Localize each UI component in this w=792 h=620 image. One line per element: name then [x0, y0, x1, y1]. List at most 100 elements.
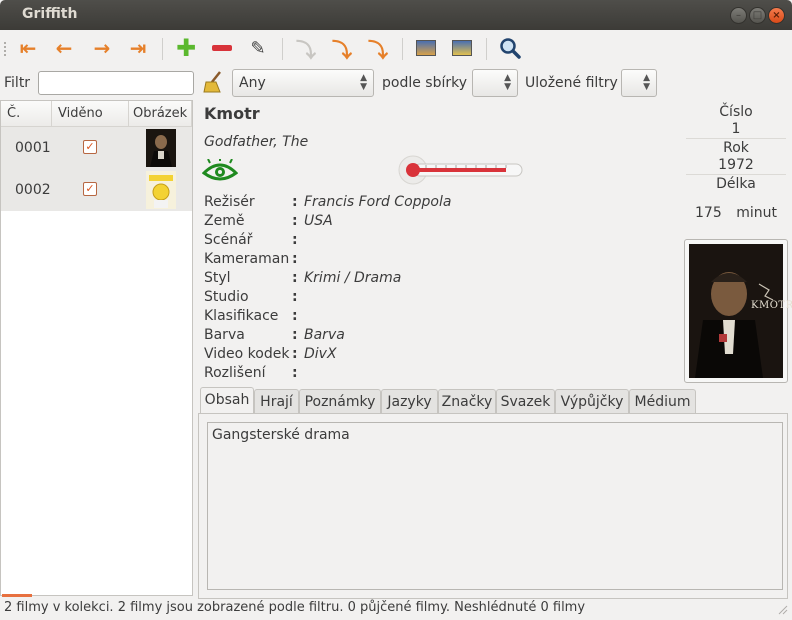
saved-filters-select[interactable]: ▲ ▼ — [621, 69, 657, 97]
tab-notes[interactable]: Poznámky — [299, 389, 381, 413]
field-label: Video kodek — [204, 346, 290, 362]
divider — [686, 138, 786, 139]
tab-medium[interactable]: Médium — [629, 389, 696, 413]
movie-thumbnail — [146, 129, 176, 167]
field-label: Rozlišení — [204, 365, 266, 381]
add-poster-icon[interactable] — [412, 34, 440, 62]
field-colon: : — [292, 270, 298, 286]
close-button[interactable]: × — [768, 7, 785, 24]
length-label: Délka — [716, 176, 756, 192]
field-label: Scénář — [204, 232, 253, 248]
length-row: 175 minut — [684, 205, 788, 221]
column-header-seen[interactable]: Viděno — [52, 101, 129, 127]
edit-movie-icon[interactable]: ✎ — [244, 34, 272, 62]
search-icon[interactable] — [496, 34, 524, 62]
minimize-button[interactable]: – — [730, 7, 747, 24]
field-value-codec: DivX — [304, 346, 337, 362]
field-label: Barva — [204, 327, 245, 343]
number-label: Číslo — [719, 104, 753, 120]
last-record-icon[interactable]: ⇥ — [124, 34, 152, 62]
plot-text[interactable]: Gangsterské drama — [207, 422, 783, 590]
toolbar: ⇤ ← → ⇥ ✚ ✎ ⤵ ⤵ ⤵ — [0, 30, 792, 66]
plot-tab-pane: Gangsterské drama — [198, 413, 788, 599]
next-record-icon[interactable]: → — [88, 34, 116, 62]
row-number: 0001 — [15, 140, 51, 156]
movie-thumbnail — [146, 171, 176, 209]
field-colon: : — [292, 213, 298, 229]
length-unit: minut — [736, 205, 777, 221]
previous-record-icon[interactable]: ← — [50, 34, 78, 62]
table-row[interactable]: 0002 ✓ — [1, 169, 192, 212]
first-record-icon[interactable]: ⇤ — [14, 34, 42, 62]
column-header-image[interactable]: Obrázek — [129, 101, 192, 127]
field-value-country: USA — [304, 213, 333, 229]
field-value-genre: Krimi / Drama — [304, 270, 402, 286]
row-number: 0002 — [15, 182, 51, 198]
toolbar-grip[interactable] — [4, 42, 9, 56]
filter-bar: Filtr Any ▲ ▼ podle sbírky ▲ ▼ Uložené fil… — [0, 66, 792, 100]
field-colon: : — [292, 365, 298, 381]
fetch-data-icon[interactable]: ⤵ — [328, 34, 356, 62]
tab-cast[interactable]: Hrají — [254, 389, 299, 413]
field-label: Klasifikace — [204, 308, 279, 324]
tab-tags[interactable]: Značky — [438, 389, 496, 413]
field-label: Země — [204, 213, 245, 229]
update-data-icon[interactable]: ⤵ — [364, 34, 392, 62]
window-titlebar[interactable]: Griffith – □ × — [0, 0, 792, 30]
chevron-updown-icon: ▲ ▼ — [504, 73, 511, 92]
toolbar-separator — [282, 38, 283, 60]
tab-languages[interactable]: Jazyky — [381, 389, 438, 413]
field-colon: : — [292, 308, 298, 324]
any-filter-select[interactable]: Any ▲ ▼ — [232, 69, 374, 97]
clear-filter-icon[interactable] — [202, 70, 224, 94]
field-colon: : — [292, 346, 298, 362]
field-colon: : — [292, 251, 298, 267]
poster-text: KMOTR — [751, 300, 792, 311]
resize-grip-icon[interactable] — [778, 604, 788, 615]
divider — [686, 174, 786, 175]
poster-image — [689, 244, 783, 378]
status-bar: 2 filmy v kolekci. 2 filmy jsou zobrazen… — [4, 600, 586, 615]
number-value: 1 — [731, 121, 741, 137]
movie-list[interactable]: Č. Viděno Obrázek 0001 ✓ 0002 ✓ — [0, 100, 193, 596]
chevron-updown-icon: ▲ ▼ — [643, 73, 650, 92]
loading-progress-bar — [2, 594, 32, 597]
delete-movie-icon[interactable] — [208, 34, 236, 62]
seen-checkbox[interactable]: ✓ — [83, 182, 97, 196]
seen-eye-icon — [201, 157, 239, 183]
add-movie-icon[interactable]: ✚ — [172, 34, 200, 62]
maximize-button[interactable]: □ — [749, 7, 766, 24]
filter-input[interactable] — [38, 71, 194, 95]
filter-label: Filtr — [4, 75, 31, 91]
window-title: Griffith — [22, 6, 78, 22]
collection-label: podle sbírky — [382, 75, 468, 91]
chevron-updown-icon: ▲ ▼ — [360, 73, 367, 92]
toolbar-separator — [162, 38, 163, 60]
saved-filters-label: Uložené filtry — [525, 75, 618, 91]
field-label: Kameraman — [204, 251, 290, 267]
seen-checkbox[interactable]: ✓ — [83, 140, 97, 154]
change-poster-icon[interactable] — [448, 34, 476, 62]
field-value-color: Barva — [304, 327, 345, 343]
toolbar-separator — [486, 38, 487, 60]
length-value: 175 — [695, 205, 722, 221]
movie-poster[interactable]: KMOTR — [684, 239, 792, 383]
year-value: 1972 — [718, 157, 754, 173]
field-colon: : — [292, 289, 298, 305]
original-title: Godfather, The — [204, 134, 309, 150]
movie-title: Kmotr — [204, 104, 260, 123]
year-label: Rok — [723, 140, 749, 156]
collection-select[interactable]: ▲ ▼ — [472, 69, 518, 97]
toolbar-separator — [402, 38, 403, 60]
field-label: Studio — [204, 289, 249, 305]
tab-plot[interactable]: Obsah — [200, 387, 254, 414]
field-colon: : — [292, 194, 298, 210]
field-colon: : — [292, 232, 298, 248]
tab-loans[interactable]: Výpůjčky — [555, 389, 629, 413]
tab-volume[interactable]: Svazek — [496, 389, 555, 413]
column-header-number[interactable]: Č. — [1, 101, 52, 127]
rating-thermometer — [396, 154, 526, 186]
any-filter-value: Any — [239, 75, 266, 91]
table-row[interactable]: 0001 ✓ — [1, 127, 192, 170]
fetch-disabled-icon: ⤵ — [296, 37, 316, 62]
